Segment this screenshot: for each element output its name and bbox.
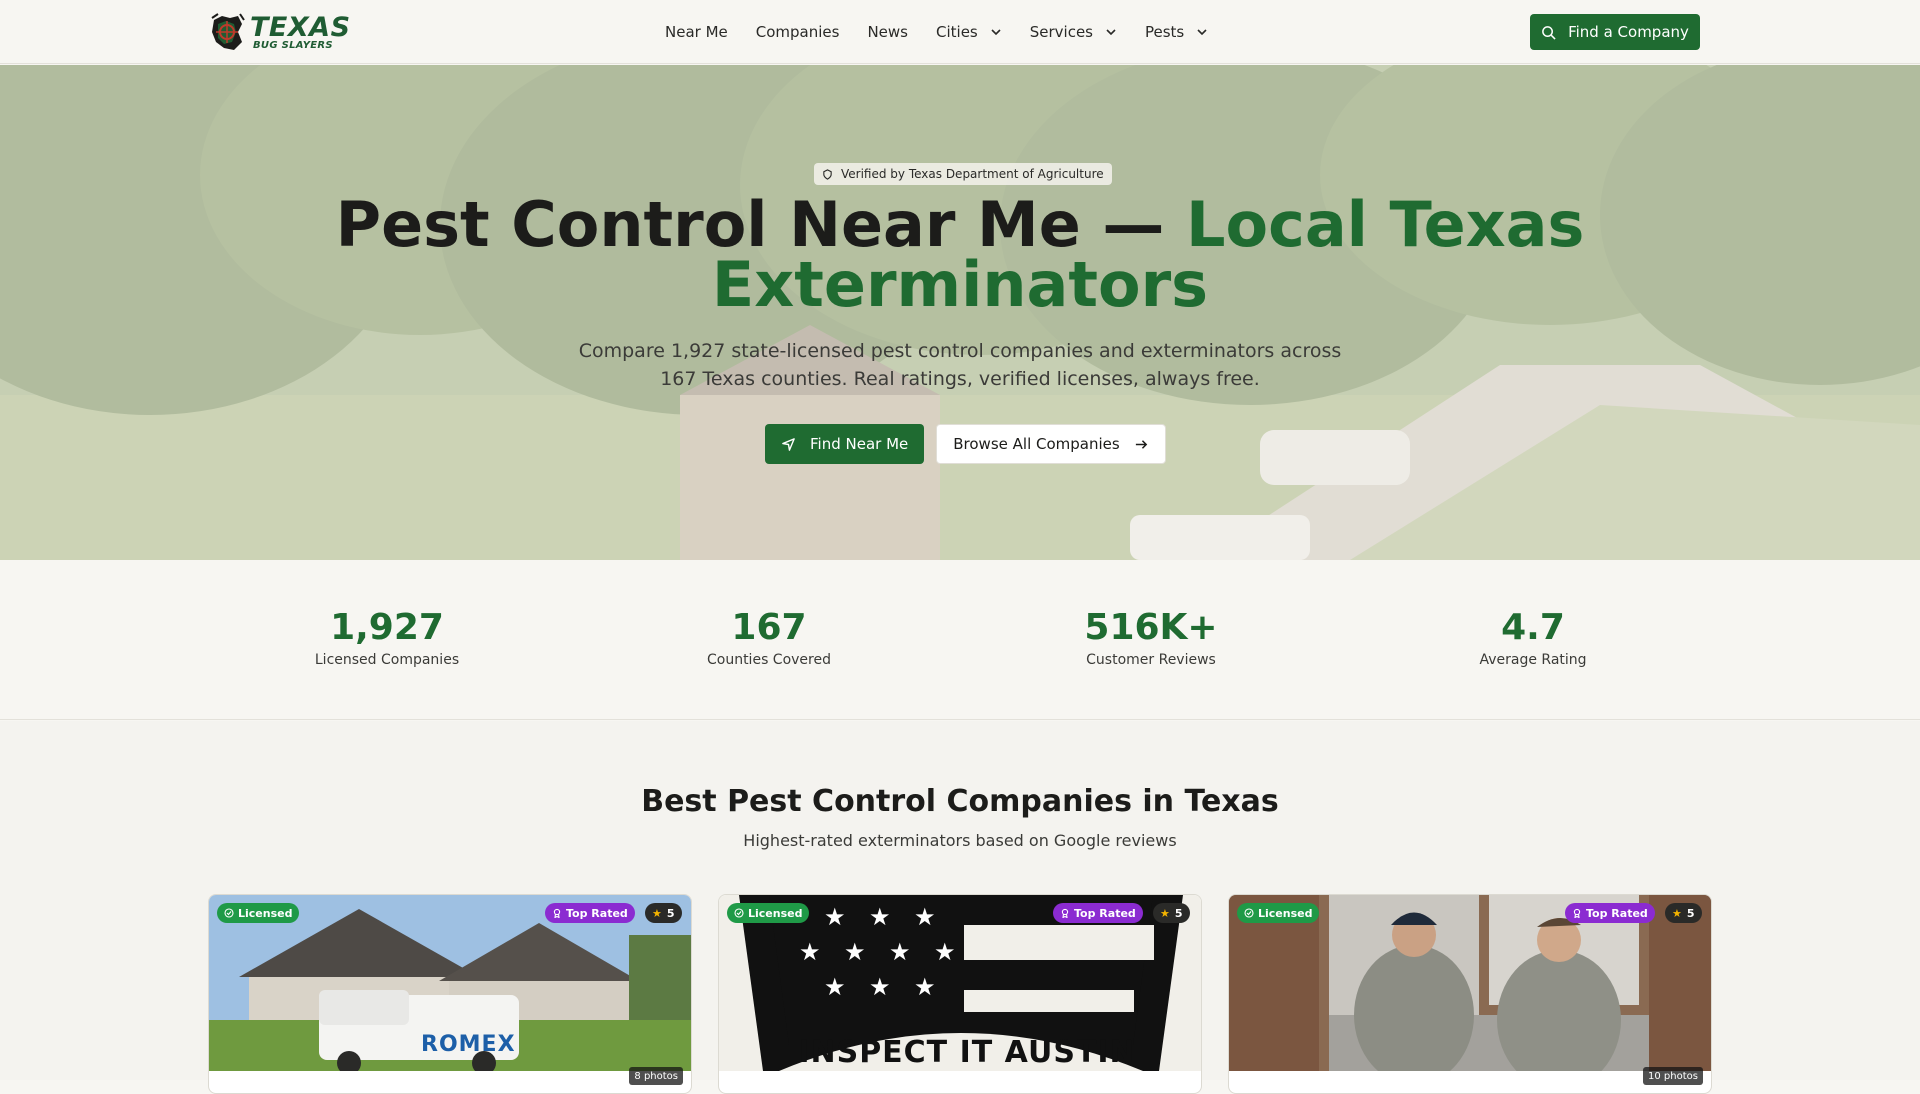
nav-link-label: Cities: [936, 23, 978, 41]
bug-slayer-logo-icon: [211, 13, 245, 50]
find-near-me-label: Find Near Me: [810, 435, 909, 453]
company-card[interactable]: ROMEX Licensed Top Rated ★ 5 8 photos: [208, 894, 692, 1094]
award-icon: [553, 908, 561, 918]
hero-buttons: Find Near Me Browse All Companies: [765, 424, 1166, 464]
verified-badge: Verified by Texas Department of Agricult…: [814, 163, 1112, 185]
logo-text: INSPECT IT AUSTIN: [798, 1035, 1136, 1070]
company-card[interactable]: ★ ★ ★ ★ ★ ★ ★ ★ ★ ★ INSPECT IT AUSTIN Li…: [718, 894, 1202, 1094]
search-icon: [1542, 25, 1556, 40]
nav-link-label: Services: [1029, 23, 1093, 41]
nav-dropdown-services[interactable]: Services: [1030, 23, 1117, 41]
svg-text:★: ★: [844, 938, 866, 966]
stat-customer-reviews: 516K+ Customer Reviews: [1001, 606, 1301, 668]
nav-dropdown-pests[interactable]: Pests: [1145, 23, 1208, 41]
truck-logo-text: ROMEX: [421, 1032, 516, 1057]
chevron-down-icon: [1106, 29, 1116, 36]
star-icon: ★: [1160, 906, 1170, 920]
award-icon: [1061, 908, 1069, 918]
nav-dropdown-cities[interactable]: Cities: [936, 23, 1002, 41]
stat-label: Average Rating: [1479, 652, 1587, 668]
check-circle-icon: [224, 908, 234, 918]
navigation-arrow-icon: [782, 437, 795, 451]
hero-title: Pest Control Near Me — Local Texas Exter…: [260, 194, 1660, 316]
star-icon: ★: [1672, 906, 1682, 920]
logo-subtitle: BUG SLAYERS: [253, 39, 333, 51]
nav-link-label: Pests: [1145, 23, 1185, 41]
check-circle-icon: [734, 908, 744, 918]
licensed-label: Licensed: [748, 906, 803, 920]
browse-all-label: Browse All Companies: [953, 435, 1120, 453]
hero-content: Verified by Texas Department of Agricult…: [0, 65, 1920, 560]
section-title: Best Pest Control Companies in Texas: [641, 784, 1279, 819]
star-icon: ★: [652, 906, 662, 920]
stat-value: 516K+: [1084, 607, 1218, 648]
rating-badge: ★ 5: [1665, 903, 1702, 923]
licensed-badge: Licensed: [727, 903, 810, 923]
top-rated-label: Top Rated: [566, 906, 628, 920]
shield-icon: [823, 168, 832, 180]
top-navbar: TEXAS BUG SLAYERS Near Me Companies News…: [0, 0, 1920, 64]
svg-text:★: ★: [914, 903, 936, 931]
rating-value: 5: [666, 906, 675, 920]
award-icon: [1573, 908, 1581, 918]
rating-value: 5: [1174, 906, 1183, 920]
photo-count-badge: 8 photos: [629, 1067, 683, 1085]
chevron-down-icon: [991, 29, 1001, 36]
nav-link-label: Near Me: [665, 23, 728, 41]
licensed-label: Licensed: [238, 906, 293, 920]
svg-text:★: ★: [869, 903, 891, 931]
svg-text:★: ★: [869, 973, 891, 1001]
stat-value: 1,927: [330, 607, 444, 648]
find-company-label: Find a Company: [1568, 23, 1689, 41]
stat-label: Customer Reviews: [1086, 652, 1216, 668]
top-rated-badge: Top Rated: [545, 903, 635, 923]
nav-link-label: News: [867, 23, 908, 41]
rating-value: 5: [1686, 906, 1695, 920]
stat-counties-covered: 167 Counties Covered: [619, 606, 919, 668]
licensed-badge: Licensed: [217, 903, 300, 923]
top-rated-label: Top Rated: [1074, 906, 1136, 920]
stat-licensed-companies: 1,927 Licensed Companies: [237, 606, 537, 668]
best-companies-section: Best Pest Control Companies in Texas Hig…: [0, 721, 1920, 1094]
licensed-label: Licensed: [1258, 906, 1313, 920]
company-card[interactable]: Licensed Top Rated ★ 5 10 photos: [1228, 894, 1712, 1094]
find-near-me-button[interactable]: Find Near Me: [765, 424, 925, 464]
hero-subtitle: Compare 1,927 state-licensed pest contro…: [578, 340, 1342, 390]
svg-text:★: ★: [824, 973, 846, 1001]
main-navigation: Near Me Companies News Cities Services P…: [665, 0, 1236, 64]
svg-text:★: ★: [824, 903, 846, 931]
stat-value: 4.7: [1501, 607, 1565, 648]
nav-link-companies[interactable]: Companies: [756, 23, 840, 41]
logo-title: TEXAS: [250, 11, 351, 43]
top-rated-badge: Top Rated: [1053, 903, 1143, 923]
stat-label: Counties Covered: [706, 652, 831, 668]
section-subtitle: Highest-rated exterminators based on Goo…: [743, 831, 1177, 850]
arrow-right-icon: [1135, 439, 1147, 449]
stat-average-rating: 4.7 Average Rating: [1383, 606, 1683, 668]
svg-text:★: ★: [914, 973, 936, 1001]
top-rated-badge: Top Rated: [1565, 903, 1655, 923]
site-logo[interactable]: TEXAS BUG SLAYERS: [208, 11, 351, 53]
photo-count-badge: 10 photos: [1643, 1067, 1703, 1085]
verified-text: Verified by Texas Department of Agricult…: [841, 167, 1104, 181]
nav-link-news[interactable]: News: [867, 23, 908, 41]
chevron-down-icon: [1197, 29, 1207, 36]
logo-wordmark: TEXAS BUG SLAYERS: [250, 14, 351, 51]
svg-text:★: ★: [934, 938, 956, 966]
rating-badge: ★ 5: [1153, 903, 1190, 923]
svg-text:★: ★: [889, 938, 911, 966]
check-circle-icon: [1244, 908, 1254, 918]
licensed-badge: Licensed: [1237, 903, 1320, 923]
stat-value: 167: [731, 607, 807, 648]
svg-text:★: ★: [799, 938, 821, 966]
nav-link-near-me[interactable]: Near Me: [665, 23, 728, 41]
hero-section: Verified by Texas Department of Agricult…: [0, 65, 1920, 560]
browse-all-companies-button[interactable]: Browse All Companies: [936, 424, 1166, 464]
stat-label: Licensed Companies: [314, 652, 460, 668]
find-company-button[interactable]: Find a Company: [1530, 14, 1700, 50]
stats-bar: 1,927 Licensed Companies 167 Counties Co…: [0, 560, 1920, 720]
nav-link-label: Companies: [755, 23, 840, 41]
rating-badge: ★ 5: [645, 903, 682, 923]
top-rated-label: Top Rated: [1586, 906, 1648, 920]
